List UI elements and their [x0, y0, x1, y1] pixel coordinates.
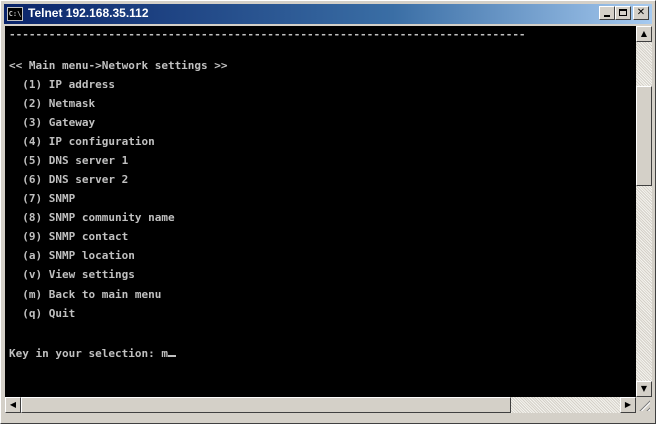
resize-grip[interactable]	[636, 397, 652, 413]
menu-item: (m) Back to main menu	[9, 288, 162, 301]
arrow-right-icon: ▶	[624, 400, 632, 409]
menu-item: (q) Quit	[9, 307, 76, 320]
telnet-window: C:\ Telnet 192.168.35.112 ✕ ------------…	[0, 0, 656, 424]
menu-item: (v) View settings	[9, 268, 135, 281]
menu-item: (2) Netmask	[9, 97, 96, 110]
maximize-button[interactable]	[615, 6, 631, 20]
maximize-icon	[619, 9, 627, 16]
menu-item: (a) SNMP location	[9, 249, 135, 262]
selection-prompt: Key in your selection:	[9, 347, 162, 360]
minimize-button[interactable]	[599, 6, 615, 20]
close-icon: ✕	[636, 7, 646, 18]
scroll-up-button[interactable]: ▲	[636, 26, 652, 42]
scroll-right-button[interactable]: ▶	[620, 397, 636, 413]
text-cursor	[167, 355, 176, 357]
menu-item: (8) SNMP community name	[9, 211, 175, 224]
selection-input[interactable]: m	[161, 347, 168, 360]
menu-header: << Main menu->Network settings >>	[9, 59, 228, 72]
menu-item: (6) DNS server 2	[9, 173, 129, 186]
scroll-down-button[interactable]: ▼	[636, 381, 652, 397]
menu-item: (3) Gateway	[9, 116, 96, 129]
menu-item: (4) IP configuration	[9, 135, 155, 148]
arrow-left-icon: ◀	[9, 400, 17, 409]
scroll-left-button[interactable]: ◀	[5, 397, 21, 413]
horizontal-scrollbar[interactable]: ◀ ▶	[5, 397, 636, 413]
minimize-icon	[604, 15, 610, 17]
vertical-scrollbar[interactable]: ▲ ▼	[636, 26, 652, 397]
vertical-scroll-thumb[interactable]	[636, 86, 652, 186]
menu-item: (9) SNMP contact	[9, 230, 129, 243]
separator-line: ----------------------------------------…	[9, 28, 526, 41]
console-output[interactable]: ----------------------------------------…	[5, 26, 636, 397]
menu-item: (1) IP address	[9, 78, 115, 91]
title-bar[interactable]: C:\ Telnet 192.168.35.112 ✕	[4, 4, 652, 24]
menu-item: (7) SNMP	[9, 192, 76, 205]
close-button[interactable]: ✕	[633, 6, 649, 20]
horizontal-scroll-thumb[interactable]	[21, 397, 511, 413]
arrow-down-icon: ▼	[640, 384, 648, 393]
console-icon[interactable]: C:\	[7, 7, 23, 21]
window-title: Telnet 192.168.35.112	[28, 6, 149, 20]
menu-item: (5) DNS server 1	[9, 154, 129, 167]
selection-prompt-line[interactable]: Key in your selection: m	[9, 347, 176, 360]
arrow-up-icon: ▲	[640, 29, 648, 38]
